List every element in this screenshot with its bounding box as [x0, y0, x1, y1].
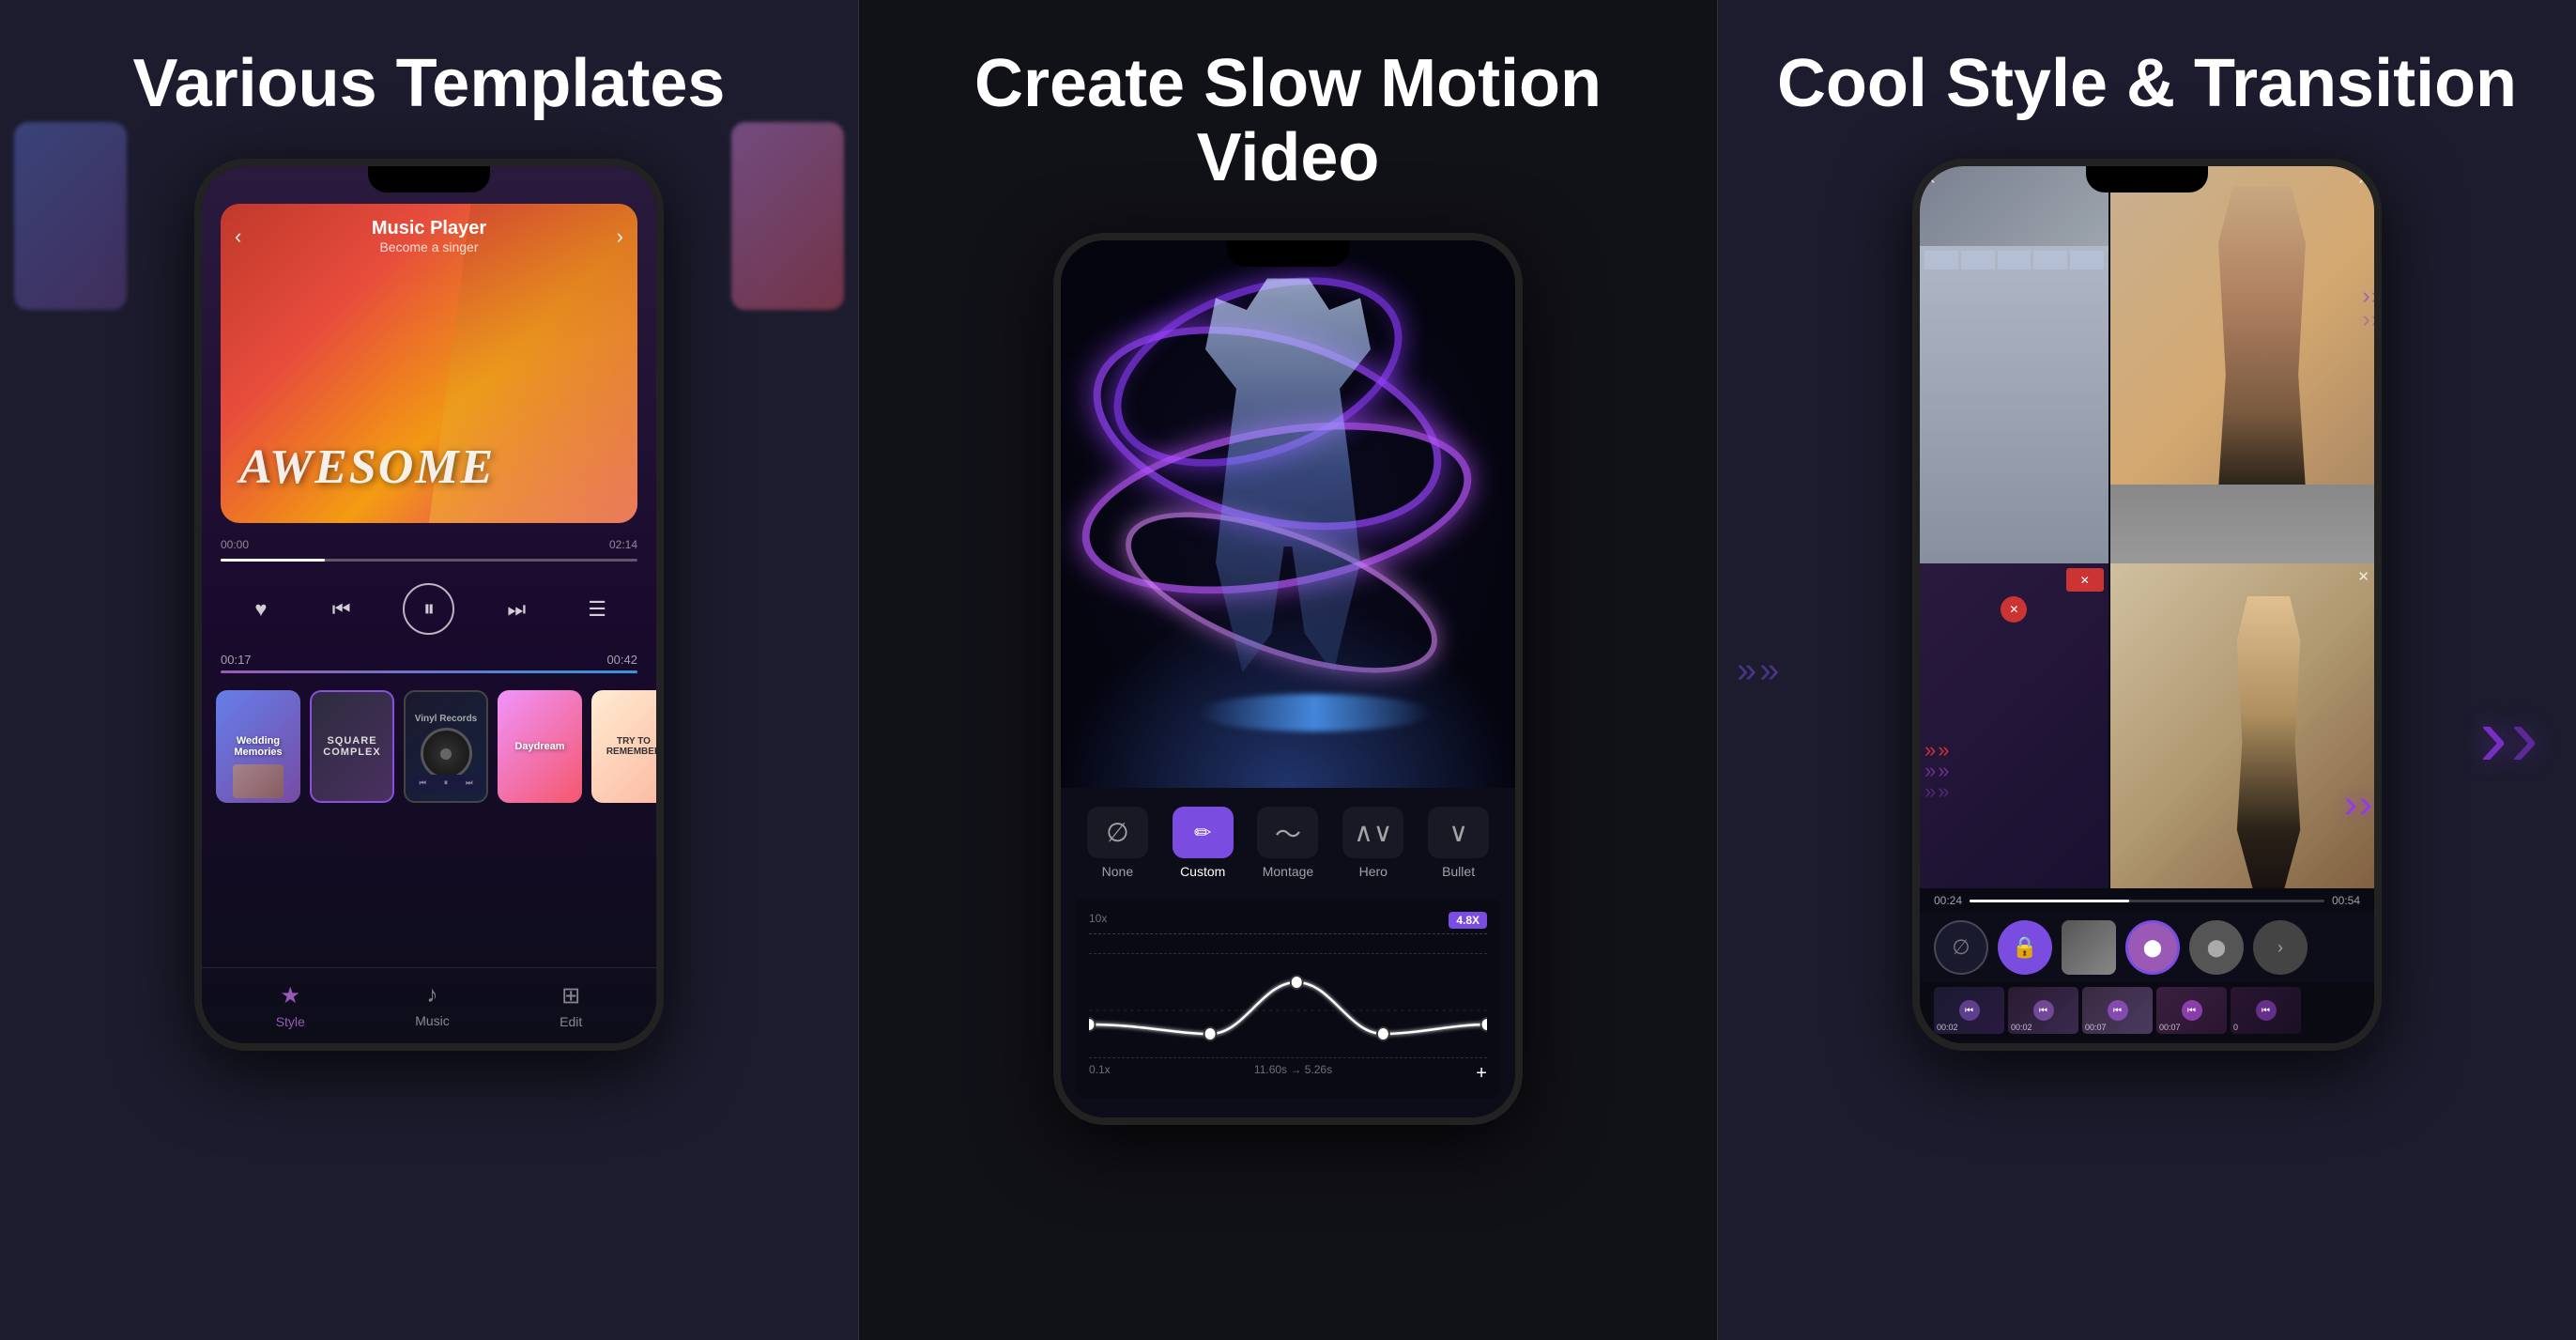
x-mark-bot: ✕	[2357, 568, 2369, 585]
graph-bottom-label: 0.1x	[1089, 1063, 1111, 1085]
progress-fill	[221, 559, 325, 562]
effect-grey-circle[interactable]: ⬤	[2189, 920, 2244, 975]
film-cell-1: 00:02 ⏮	[1934, 987, 2004, 1034]
progress-bar[interactable]	[221, 559, 637, 562]
film-cell-4: 00:07 ⏮	[2156, 987, 2227, 1034]
x-mark-tr: ✕	[2092, 171, 2104, 188]
x-mark-main-tr: ✕	[2357, 171, 2369, 188]
graph-labels-top: 10x 4.8X	[1089, 912, 1487, 929]
film-cell-5: 0 ⏮	[2231, 987, 2301, 1034]
list-icon[interactable]: ☰	[578, 591, 616, 628]
prev-arrow-icon[interactable]: ‹	[235, 224, 241, 249]
timeline-start-3: 00:24	[1934, 894, 1962, 907]
speed-options: ∅ None ✏ Custom 〜 Montage ∧∨ Hero	[1075, 807, 1501, 879]
speed-bullet[interactable]: ∨ Bullet	[1428, 807, 1489, 879]
music-player-header: ‹ Music Player Become a singer ›	[235, 218, 623, 254]
effect-arrow-circle[interactable]: ›	[2253, 920, 2308, 975]
template-vinyl[interactable]: Vinyl Records ⏮ ⏸ ⏭	[404, 690, 488, 803]
nav-edit-label: Edit	[560, 1014, 582, 1029]
speed-controls: ∅ None ✏ Custom 〜 Montage ∧∨ Hero	[1061, 788, 1515, 1117]
template-strip: WeddingMemories SQUARECOMPLEX Vinyl Reco…	[202, 681, 656, 812]
nav-style[interactable]: ★ Style	[276, 982, 305, 1029]
music-player-card: ‹ Music Player Become a singer › AWESOME	[221, 204, 637, 523]
bullet-icon: ∨	[1428, 807, 1489, 858]
player-controls: ♥ ⏮ ⏸ ⏭ ☰	[221, 583, 637, 635]
effect-none[interactable]: ∅	[1934, 920, 1988, 975]
speed-hero[interactable]: ∧∨ Hero	[1342, 807, 1403, 879]
template-wedding[interactable]: WeddingMemories	[216, 690, 300, 803]
track-name: Music Player	[372, 218, 486, 239]
nav-style-label: Style	[276, 1014, 305, 1029]
music-icon: ♪	[426, 982, 437, 1009]
none-icon: ∅	[1087, 807, 1148, 858]
template-try[interactable]: TRY TOREMEMBER	[591, 690, 656, 803]
phone-1: ‹ Music Player Become a singer › AWESOME…	[194, 159, 664, 1051]
timeline-start: 00:17	[221, 653, 252, 667]
bottom-nav: ★ Style ♪ Music ⊞ Edit	[202, 967, 656, 1043]
pause-button[interactable]: ⏸	[403, 583, 454, 635]
panel-various-templates: Various Templates ‹ Music Player Become …	[0, 0, 858, 1340]
template-daydream[interactable]: Daydream	[498, 690, 582, 803]
panel-style-transition: Cool Style & Transition » »	[1718, 0, 2576, 1340]
awesome-text: AWESOME	[239, 439, 495, 495]
graph-badge: 4.8X	[1449, 912, 1487, 929]
nav-music-label: Music	[415, 1013, 450, 1028]
phone-3: ✕ ✕ › ›	[1912, 159, 2382, 1051]
timeline-end: 00:42	[606, 653, 637, 667]
side-thumb-left	[14, 122, 127, 310]
progress-start: 00:00	[221, 538, 249, 551]
effect-lock[interactable]: 🔒	[1998, 920, 2052, 975]
next-button[interactable]: ⏭	[498, 591, 535, 628]
track-info: Music Player Become a singer	[372, 218, 486, 254]
progress-end: 02:14	[609, 538, 637, 551]
nav-music[interactable]: ♪ Music	[415, 982, 450, 1029]
nav-edit[interactable]: ⊞ Edit	[560, 982, 582, 1029]
graph-bottom: 0.1x 11.60s → 5.26s +	[1089, 1063, 1487, 1085]
hero-icon: ∧∨	[1342, 807, 1403, 858]
x-mark-tl: ✕	[1924, 171, 1937, 188]
panel-1-title: Various Templates	[133, 47, 726, 121]
speed-curve-area[interactable]	[1089, 973, 1487, 1048]
next-arrow-icon[interactable]: ›	[617, 224, 623, 249]
film-cell-3: 00:07 ⏮	[2082, 987, 2153, 1034]
speed-custom[interactable]: ✏ Custom	[1173, 807, 1234, 879]
effect-active-circle[interactable]: ⬤	[2125, 920, 2180, 975]
graph-plus-button[interactable]: +	[1476, 1063, 1487, 1085]
dancer-area	[1061, 240, 1515, 788]
phone-screen-2: ∅ None ✏ Custom 〜 Montage ∧∨ Hero	[1061, 240, 1515, 1117]
speed-none[interactable]: ∅ None	[1087, 807, 1148, 879]
track-sub: Become a singer	[372, 239, 486, 254]
panel-3-title: Cool Style & Transition	[1777, 47, 2517, 121]
speed-graph: 10x 4.8X	[1075, 898, 1501, 1099]
montage-label: Montage	[1263, 864, 1313, 879]
custom-label: Custom	[1180, 864, 1225, 879]
panel-2-title: Create Slow Motion Video	[887, 47, 1689, 195]
hero-label: Hero	[1359, 864, 1388, 879]
template-square-complex[interactable]: SQUARECOMPLEX	[310, 690, 394, 803]
custom-icon: ✏	[1173, 807, 1234, 858]
montage-icon: 〜	[1257, 807, 1318, 858]
phone-2: ∅ None ✏ Custom 〜 Montage ∧∨ Hero	[1053, 233, 1523, 1125]
heart-icon[interactable]: ♥	[242, 591, 280, 628]
side-thumb-right	[731, 122, 844, 310]
prev-button[interactable]: ⏮	[323, 591, 360, 628]
style-icon: ★	[280, 982, 300, 1009]
effect-thumb-1[interactable]	[2062, 920, 2116, 975]
speed-montage[interactable]: 〜 Montage	[1257, 807, 1318, 879]
film-cell-2: 00:02 ⏮	[2008, 987, 2078, 1034]
x-mark-main-tl: ✕	[2115, 171, 2127, 188]
none-label: None	[1102, 864, 1133, 879]
graph-top-label: 10x	[1089, 912, 1107, 929]
phone-screen-1: ‹ Music Player Become a singer › AWESOME…	[202, 166, 656, 1043]
timeline-end-3: 00:54	[2332, 894, 2360, 907]
panel-slow-motion: Create Slow Motion Video	[858, 0, 1718, 1340]
edit-icon: ⊞	[561, 982, 580, 1009]
phone-screen-3: ✕ ✕ › ›	[1920, 166, 2374, 1043]
bullet-label: Bullet	[1442, 864, 1475, 879]
speed-curve-svg	[1089, 973, 1487, 1048]
graph-time-label: 11.60s → 5.26s	[1254, 1063, 1332, 1085]
